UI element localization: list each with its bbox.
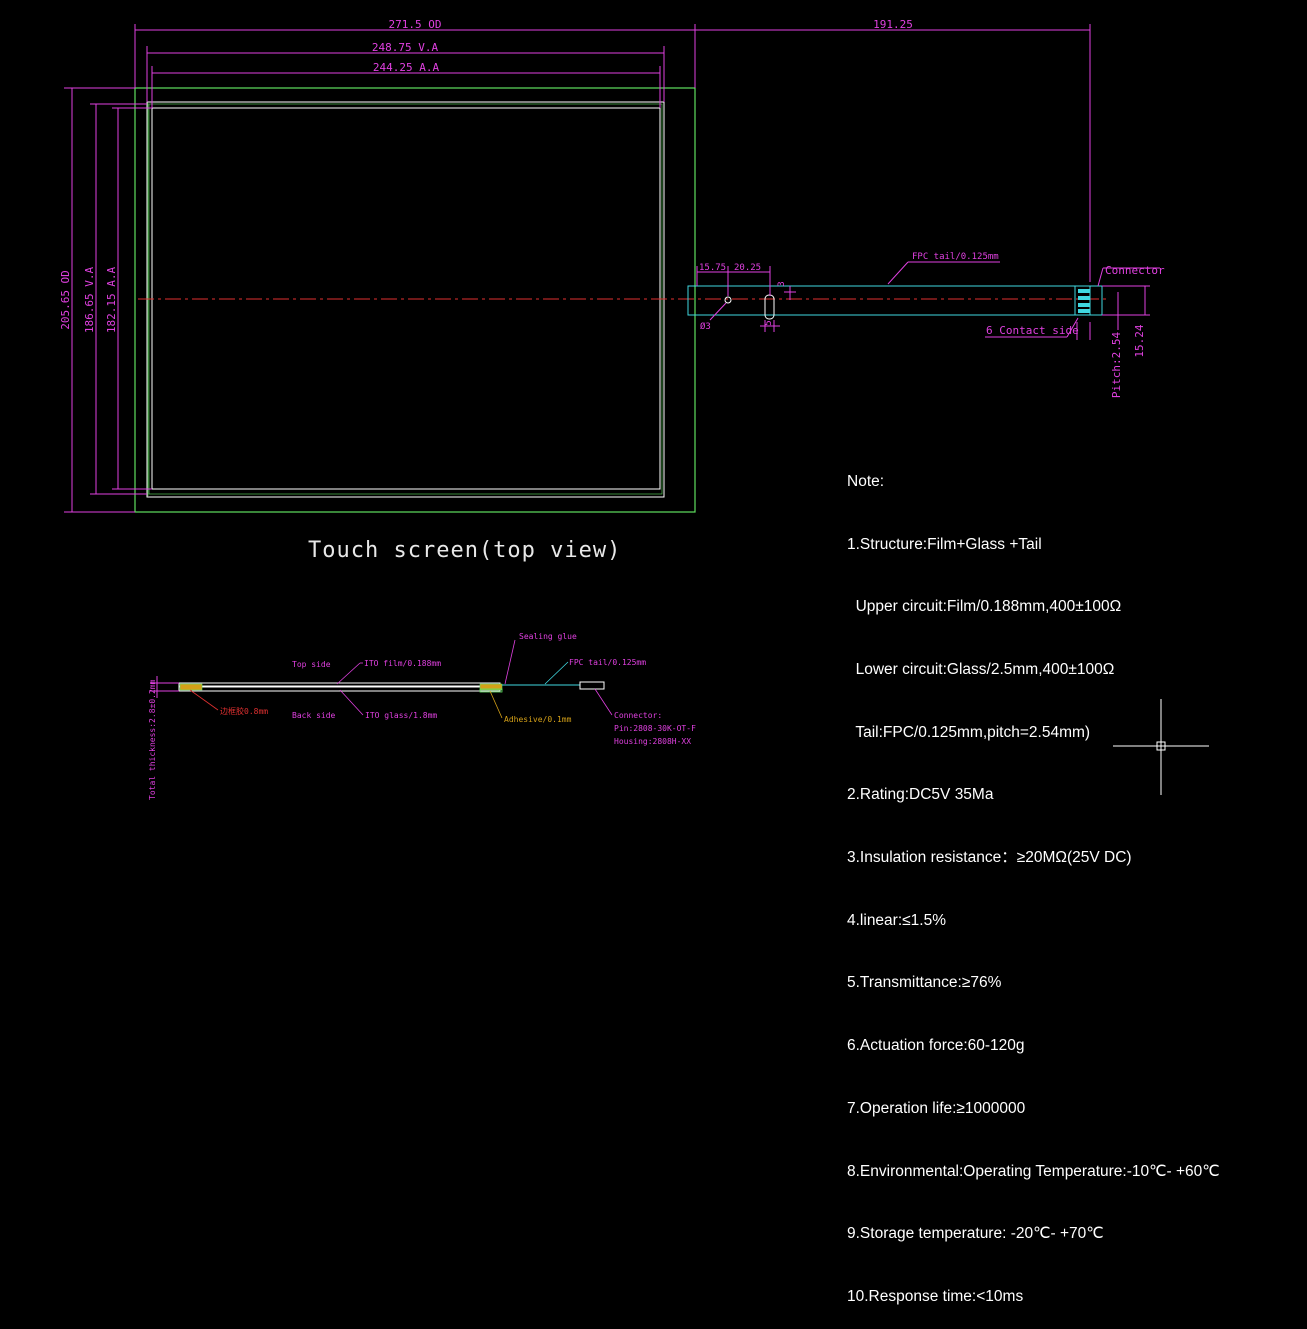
adhesive-label: Adhesive/0.1mm xyxy=(504,715,572,724)
dim-height-aa: 182.15 A.A xyxy=(105,267,118,334)
fpc-tail xyxy=(687,285,1103,320)
sealing-glue-label: Sealing glue xyxy=(519,632,577,641)
note-line: 2.Rating:DC5V 35Ma xyxy=(847,786,994,804)
dim-pitch: Pitch:2.54 xyxy=(1110,332,1123,399)
back-side-label: Back side xyxy=(292,711,336,720)
note-line: 5.Transmittance:≥76% xyxy=(847,974,1002,992)
note-line: 4.linear:≤1.5% xyxy=(847,911,946,929)
note-line: Upper circuit:Film/0.188mm,400±100Ω xyxy=(847,598,1122,616)
dim-tail-length: 191.25 xyxy=(873,18,913,31)
dim-width-od: 271.5 OD xyxy=(389,18,442,31)
note-heading: Note: xyxy=(847,472,885,490)
note-line: 6.Actuation force:60-120g xyxy=(847,1037,1025,1055)
dim-width-aa: 244.25 A.A xyxy=(373,61,440,74)
dim-height-od: 205.65 OD xyxy=(59,270,72,330)
panel-outline xyxy=(134,87,696,513)
connector-spec-1: Connector: xyxy=(614,711,662,720)
note-line: 3.Insulation resistance：≥20MΩ(25V DC) xyxy=(847,849,1132,867)
dim-width-va: 248.75 V.A xyxy=(372,41,439,54)
connector-spec-2: Pin:2808-30K-OT-F xyxy=(614,724,696,733)
dim-5: 5 xyxy=(764,320,774,325)
fpc-tail-label: FPC tail/0.125mm xyxy=(912,252,999,262)
view-title: Touch screen(top view) xyxy=(308,538,621,563)
connector-label: Connector xyxy=(1105,264,1165,277)
top-dimensions xyxy=(134,24,1091,282)
cross-section xyxy=(150,676,605,698)
note-line: Tail:FPC/0.125mm,pitch=2.54mm) xyxy=(847,723,1091,741)
fpc-tail-section-label: FPC tail/0.125mm xyxy=(569,658,646,667)
total-thickness-label: Total thickness:2.8±0.2mm xyxy=(148,679,157,800)
tail-dimensions xyxy=(696,261,1160,340)
connector-spec-3: Housing:2808H-XX xyxy=(614,737,691,746)
dim-height-va: 186.65 V.A xyxy=(83,267,96,334)
note-line: 7.Operation life:≥1000000 xyxy=(847,1099,1026,1117)
note-line: Lower circuit:Glass/2.5mm,400±100Ω xyxy=(847,660,1115,678)
ito-glass-label: ITO glass/1.8mm xyxy=(365,711,437,720)
note-line: 8.Environmental:Operating Temperature:-1… xyxy=(847,1162,1220,1180)
note-line: 9.Storage temperature: -20℃- +70℃ xyxy=(847,1225,1104,1243)
note-line: 10.Response time:<10ms xyxy=(847,1287,1024,1305)
contact-side-label: 6 Contact side xyxy=(986,324,1079,337)
dim-tail-offset-2: 20.25 xyxy=(734,263,761,273)
notes-block: Note: 1.Structure:Film+Glass +Tail Upper… xyxy=(847,430,1220,1329)
dim-tail-offset-1: 15.75 xyxy=(699,263,726,273)
ito-film-label: ITO film/0.188mm xyxy=(364,659,441,668)
dim-connector-width: 15.24 xyxy=(1133,324,1146,357)
note-line: 1.Structure:Film+Glass +Tail xyxy=(847,535,1042,553)
frame-glue-label: 边框胶0.8mm xyxy=(220,706,268,716)
dim-hole: Ø3 xyxy=(700,321,711,332)
dim-3: 3 xyxy=(777,281,787,286)
top-side-label: Top side xyxy=(292,660,331,669)
